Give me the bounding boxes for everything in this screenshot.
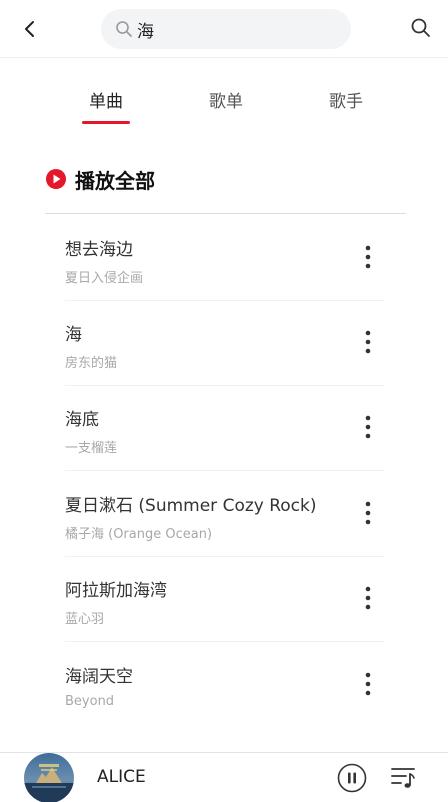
- search-icon: [411, 18, 430, 37]
- tab-artists[interactable]: 歌手: [329, 87, 363, 112]
- song-item[interactable]: 阿拉斯加海湾 蓝心羽: [65, 556, 385, 642]
- song-item[interactable]: 海底 一支榴莲: [65, 385, 385, 471]
- tab-songs[interactable]: 单曲: [89, 87, 123, 112]
- song-artist: 蓝心羽: [65, 612, 105, 627]
- more-vertical-icon[interactable]: [360, 671, 376, 697]
- song-title: 海底: [65, 410, 99, 430]
- song-title: 海阔天空: [65, 667, 133, 687]
- app-root: 单曲 歌单 歌手 播放全部 想去海边 夏日入侵企画 海 房东的猫 海底 一支榴莲: [0, 0, 448, 802]
- now-playing-title: ALICE: [97, 767, 146, 787]
- song-artist: 一支榴莲: [65, 441, 118, 456]
- search-box[interactable]: [101, 9, 351, 49]
- play-all-label: 播放全部: [75, 168, 155, 193]
- song-title: 夏日漱石 (Summer Cozy Rock): [65, 496, 317, 516]
- more-vertical-icon[interactable]: [360, 329, 376, 355]
- song-item[interactable]: 海阔天空 Beyond: [65, 642, 385, 727]
- more-vertical-icon[interactable]: [360, 244, 376, 270]
- album-cover[interactable]: [24, 753, 74, 802]
- song-artist: Beyond: [65, 694, 115, 709]
- song-title: 海: [65, 325, 82, 345]
- play-all-button[interactable]: 播放全部: [45, 164, 155, 194]
- mini-player[interactable]: ALICE: [0, 752, 448, 802]
- more-vertical-icon[interactable]: [360, 414, 376, 440]
- search-input[interactable]: [137, 9, 337, 49]
- song-artist: 房东的猫: [65, 356, 118, 371]
- tab-playlists[interactable]: 歌单: [209, 87, 243, 112]
- playlist-button[interactable]: [390, 766, 416, 790]
- more-vertical-icon[interactable]: [360, 585, 376, 611]
- song-title: 阿拉斯加海湾: [65, 581, 167, 601]
- song-item[interactable]: 想去海边 夏日入侵企画: [65, 215, 385, 301]
- more-vertical-icon[interactable]: [360, 500, 376, 526]
- song-title: 想去海边: [65, 240, 133, 260]
- playlist-icon: [391, 768, 415, 788]
- song-item[interactable]: 夏日漱石 (Summer Cozy Rock) 橘子海 (Orange Ocea…: [65, 471, 385, 557]
- back-button[interactable]: [18, 17, 42, 41]
- album-art-image: [24, 753, 74, 802]
- search-tabs: 单曲 歌单 歌手: [0, 76, 448, 126]
- search-button[interactable]: [410, 17, 432, 39]
- top-bar: [0, 0, 448, 58]
- play-circle-icon: [46, 169, 66, 189]
- search-icon: [116, 21, 132, 37]
- song-artist: 橘子海 (Orange Ocean): [65, 527, 213, 542]
- pause-button[interactable]: [337, 763, 367, 793]
- song-item[interactable]: 海 房东的猫: [65, 300, 385, 386]
- song-artist: 夏日入侵企画: [65, 271, 144, 286]
- pause-circle-icon: [337, 763, 367, 793]
- active-tab-indicator: [82, 121, 130, 124]
- chevron-left-icon: [25, 21, 34, 37]
- divider: [45, 213, 406, 214]
